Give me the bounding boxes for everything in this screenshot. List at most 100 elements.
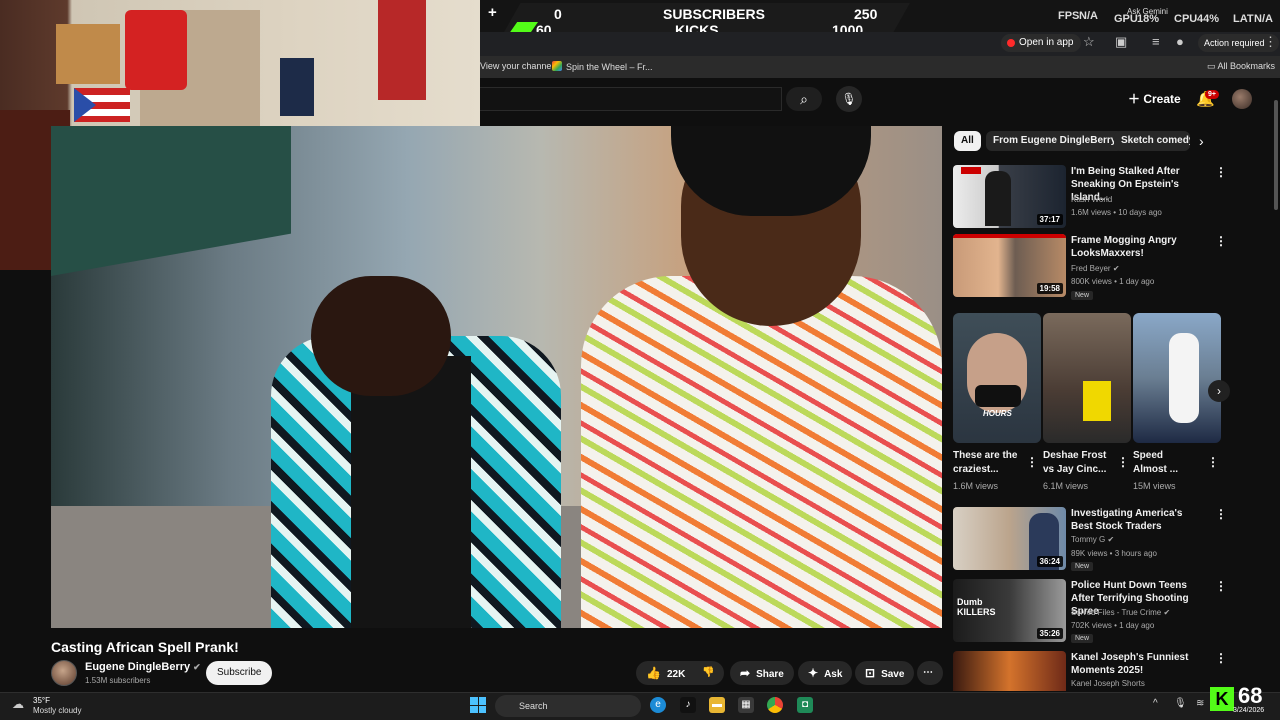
- tiktok-icon[interactable]: ♪: [680, 697, 696, 713]
- short-views: 1.6M views: [953, 481, 999, 491]
- video-player[interactable]: [51, 126, 942, 628]
- video-duration: 19:58: [1036, 283, 1063, 294]
- like-count: 22K: [666, 669, 686, 680]
- all-bookmarks[interactable]: ▭ All Bookmarks: [1207, 61, 1275, 72]
- taskbar-date[interactable]: 3/24/2026: [1233, 707, 1264, 714]
- bookmark-favicon-icon: [552, 61, 562, 71]
- recommendation-item[interactable]: 37:17 I'm Being Stalked After Sneaking O…: [953, 165, 1227, 229]
- search-icon[interactable]: ⌕: [786, 87, 822, 111]
- chip-from-channel[interactable]: From Eugene DingleBerry: [986, 131, 1124, 151]
- browser-menu-icon[interactable]: ⋮: [1264, 34, 1277, 50]
- chip-all[interactable]: All: [954, 131, 981, 151]
- notifications-badge: 9+: [1205, 90, 1219, 99]
- recommendation-item[interactable]: 36:24 Investigating America's Best Stock…: [953, 507, 1227, 571]
- open-in-app-button[interactable]: Open in app: [1001, 34, 1081, 52]
- cast-icon[interactable]: ▣: [1115, 34, 1127, 50]
- short-overlay-text: HOURS: [983, 409, 1012, 418]
- ask-button[interactable]: ✦ Ask: [798, 661, 853, 685]
- kick-logo-icon: K: [1210, 687, 1234, 711]
- share-button[interactable]: ➦ Share: [730, 661, 794, 685]
- chevron-right-icon[interactable]: ›: [1199, 133, 1204, 149]
- short-thumbnail[interactable]: [1043, 313, 1131, 443]
- fps-value: N/A: [1079, 10, 1098, 22]
- like-button[interactable]: 👍 22K: [636, 661, 696, 685]
- verified-icon: ✔: [1112, 264, 1120, 273]
- chip-sketch-comedy[interactable]: Sketch comedy: [1114, 131, 1190, 151]
- dislike-button[interactable]: 👎: [692, 661, 724, 685]
- share-icon: ➦: [740, 666, 751, 680]
- create-label: Create: [1143, 92, 1181, 106]
- profile-icon[interactable]: ●: [1176, 34, 1184, 49]
- recommendation-title: Investigating America's Best Stock Trade…: [1071, 508, 1183, 532]
- bookmark-spin-wheel[interactable]: Spin the Wheel – Fr...: [552, 61, 653, 72]
- account-avatar[interactable]: [1232, 89, 1252, 109]
- more-vertical-icon[interactable]: ⋮: [1117, 455, 1129, 469]
- video-duration: 36:24: [1036, 556, 1063, 567]
- video-title: Casting African Spell Prank!: [51, 639, 239, 655]
- weather-description[interactable]: Mostly cloudy: [33, 706, 81, 715]
- short-thumbnail[interactable]: HOURS: [953, 313, 1041, 443]
- more-actions-button[interactable]: ⋯: [917, 661, 943, 685]
- tray-chevron-icon[interactable]: ^: [1153, 698, 1158, 709]
- cpu-value: 44%: [1197, 13, 1220, 25]
- webcam-jersey: [125, 10, 187, 90]
- folder-icon: ▭: [1207, 61, 1218, 71]
- recommendation-channel: Tommy G ✔: [1071, 535, 1114, 544]
- recommendation-channel-label: Fred Beyer: [1071, 264, 1111, 273]
- recommendation-item[interactable]: Dumb KILLERS 35:26 Police Hunt Down Teen…: [953, 579, 1227, 643]
- page-scrollbar[interactable]: [1274, 100, 1278, 210]
- new-tab-button[interactable]: +: [488, 4, 497, 21]
- video-scene-person-right: [581, 276, 942, 628]
- microphone-icon[interactable]: 🎙: [1174, 698, 1187, 709]
- more-vertical-icon[interactable]: ⋮: [1215, 507, 1227, 521]
- recommendation-title: Frame Mogging Angry LooksMaxxers!: [1071, 235, 1177, 259]
- webcam-poster-anime: [280, 58, 314, 116]
- verified-icon: ✔: [193, 662, 201, 672]
- plus-icon: ＋: [1128, 92, 1144, 106]
- subscribers-goal: 250: [854, 6, 878, 22]
- edge-icon[interactable]: e: [650, 697, 666, 713]
- more-vertical-icon[interactable]: ⋮: [1215, 234, 1227, 248]
- more-vertical-icon[interactable]: ⋮: [1215, 651, 1223, 665]
- thumbnail-text: Dumb KILLERS: [957, 597, 996, 617]
- bookmark-star-icon[interactable]: ☆: [1083, 34, 1095, 50]
- recommendation-item[interactable]: 19:58 Frame Mogging Angry LooksMaxxers! …: [953, 234, 1227, 300]
- create-button[interactable]: ＋ Create: [1128, 90, 1181, 107]
- store-icon[interactable]: ▦: [738, 697, 754, 713]
- more-vertical-icon[interactable]: ⋮: [1207, 455, 1219, 469]
- save-button[interactable]: ⊡ Save: [855, 661, 915, 685]
- mic-icon[interactable]: 🎙: [836, 86, 862, 112]
- weather-temperature[interactable]: 35°F: [33, 696, 50, 705]
- more-vertical-icon[interactable]: ⋮: [1215, 579, 1227, 593]
- subscribe-button[interactable]: Subscribe: [206, 661, 273, 685]
- recommendation-channel: Fred Beyer ✔: [1071, 264, 1120, 273]
- thumbs-down-icon: 👎: [702, 667, 715, 678]
- file-explorer-icon[interactable]: ▬: [709, 697, 725, 713]
- weather-cloud-icon[interactable]: ☁: [12, 697, 24, 711]
- video-thumbnail: 19:58: [953, 234, 1066, 297]
- chrome-icon[interactable]: [767, 697, 783, 713]
- new-badge: New: [1071, 291, 1094, 300]
- new-badge: New: [1071, 634, 1094, 643]
- kick-app-icon[interactable]: ◘: [797, 697, 813, 713]
- reading-list-icon[interactable]: ≡: [1152, 34, 1160, 49]
- short-thumbnail[interactable]: [1133, 313, 1221, 443]
- subscriber-count: 1.53M subscribers: [85, 676, 151, 685]
- bookmark-view-channel[interactable]: View your channel: [480, 61, 553, 71]
- shorts-next-icon[interactable]: ›: [1208, 380, 1230, 402]
- channel-name[interactable]: Eugene DingleBerry ✔: [85, 661, 201, 673]
- taskbar-search-box[interactable]: Search: [495, 695, 641, 717]
- recommendation-channel-label: Tommy G: [1071, 535, 1106, 544]
- more-vertical-icon[interactable]: ⋮: [1026, 455, 1038, 469]
- save-label: Save: [881, 669, 905, 680]
- windows-start-icon[interactable]: [470, 697, 486, 713]
- search-input[interactable]: [480, 87, 782, 111]
- more-vertical-icon[interactable]: ⋮: [1215, 165, 1227, 179]
- share-label: Share: [756, 669, 784, 680]
- channel-avatar[interactable]: [51, 660, 77, 686]
- wifi-icon[interactable]: ≋: [1196, 698, 1204, 709]
- browser-toolbar: [480, 32, 1280, 56]
- short-title: These are the craziest...: [953, 450, 1018, 475]
- recommendation-item[interactable]: Kanel Joseph's Funniest Moments 2025! Ka…: [953, 651, 1223, 691]
- short-title: Deshae Frost vs Jay Cinc...: [1043, 450, 1107, 475]
